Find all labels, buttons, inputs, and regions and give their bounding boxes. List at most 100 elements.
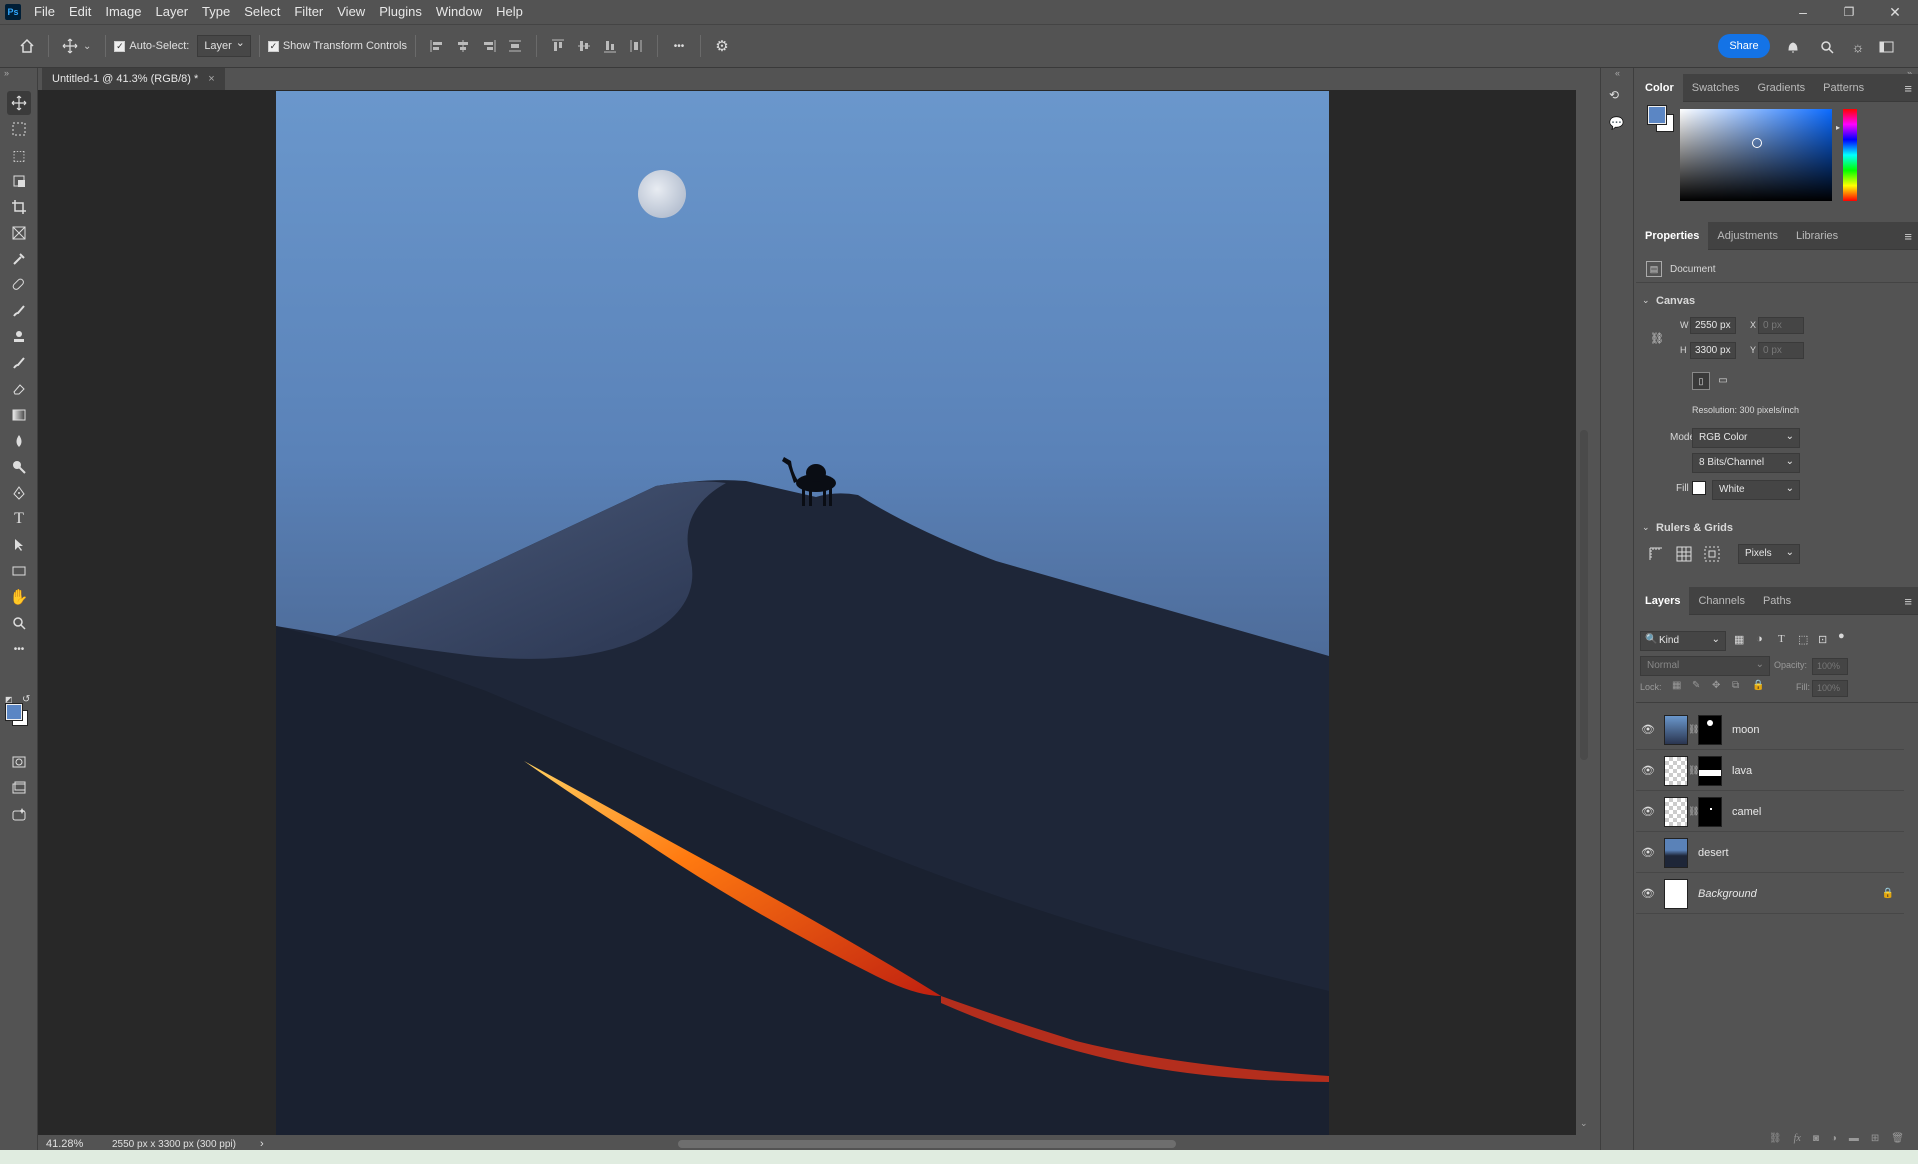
tab-adjustments[interactable]: Adjustments (1708, 222, 1787, 250)
screen-mode-icon[interactable] (7, 776, 31, 800)
visibility-eye-icon[interactable]: 👁 (1636, 764, 1660, 777)
layer-name[interactable]: Background (1698, 888, 1757, 900)
align-bottom-edges-icon[interactable] (597, 33, 623, 59)
rulers-grids-heading[interactable]: Rulers & Grids (1656, 522, 1733, 534)
lock-artboard-icon[interactable]: ⧉ (1732, 680, 1739, 691)
object-selection-tool-icon[interactable]: ⬚ (7, 143, 31, 167)
horizontal-scrollbar[interactable] (678, 1140, 1176, 1148)
opacity-input[interactable]: 100% (1812, 658, 1848, 675)
layer-name[interactable]: lava (1732, 765, 1752, 777)
grid-icon[interactable] (1676, 546, 1692, 562)
bell-icon[interactable] (1780, 34, 1806, 60)
new-layer-icon[interactable]: ⊞ (1871, 1133, 1879, 1144)
collapse-section-icon[interactable]: ⌄ (1642, 522, 1650, 533)
frame-tool-icon[interactable] (7, 221, 31, 245)
color-mode-dropdown[interactable]: RGB Color (1692, 428, 1800, 448)
tab-properties[interactable]: Properties (1636, 221, 1709, 250)
delete-layer-trash-icon[interactable]: 🗑 (1891, 1133, 1904, 1144)
layer-mask-thumbnail[interactable] (1698, 755, 1722, 786)
align-left-edges-icon[interactable] (424, 33, 450, 59)
auto-select-checkbox[interactable]: ✓ Auto-Select: (114, 40, 189, 52)
mask-link-icon[interactable]: ⛓ (1688, 806, 1699, 817)
home-icon[interactable] (14, 33, 40, 59)
hand-tool-icon[interactable]: ✋ (7, 585, 31, 609)
move-tool-icon[interactable] (7, 91, 31, 115)
more-options-icon[interactable]: ••• (666, 33, 692, 59)
swap-colors-icon[interactable]: ↺ (22, 694, 30, 705)
distribute-horizontal-icon[interactable] (623, 33, 649, 59)
close-button[interactable]: ✕ (1872, 0, 1918, 24)
dodge-tool-icon[interactable] (7, 455, 31, 479)
expand-dock-icon[interactable]: « (1615, 68, 1620, 78)
auto-select-target-dropdown[interactable]: Layer (197, 35, 251, 57)
align-vertical-centers-icon[interactable] (571, 33, 597, 59)
canvas-section-heading[interactable]: Canvas (1656, 295, 1695, 307)
panel-menu-icon[interactable]: ≡ (1904, 229, 1912, 244)
tab-paths[interactable]: Paths (1754, 587, 1800, 615)
menu-type[interactable]: Type (195, 0, 237, 24)
history-brush-icon[interactable] (7, 351, 31, 375)
search-icon[interactable] (1814, 34, 1840, 60)
edit-toolbar-icon[interactable]: ••• (7, 637, 31, 661)
align-top-edges-icon[interactable] (545, 33, 571, 59)
eraser-tool-icon[interactable] (7, 377, 31, 401)
filter-adjustment-layers-icon[interactable]: ◑ (1756, 633, 1763, 645)
lightbulb-icon[interactable]: ☼ (1845, 34, 1871, 60)
y-input[interactable]: 0 px (1758, 342, 1804, 359)
blend-mode-dropdown[interactable]: Normal (1640, 656, 1770, 676)
document-canvas[interactable] (276, 91, 1329, 1135)
type-tool-icon[interactable]: T (7, 507, 31, 531)
align-horizontal-centers-icon[interactable] (450, 33, 476, 59)
tab-gradients[interactable]: Gradients (1748, 74, 1814, 102)
color-panel-foreground-swatch[interactable] (1647, 105, 1667, 125)
generative-ai-icon[interactable] (7, 802, 31, 826)
align-right-edges-icon[interactable] (476, 33, 502, 59)
guides-icon[interactable] (1704, 546, 1720, 562)
layer-mask-thumbnail[interactable] (1698, 796, 1722, 827)
fill-opacity-input[interactable]: 100% (1812, 680, 1848, 697)
menu-filter[interactable]: Filter (287, 0, 330, 24)
move-tool-preset-icon[interactable] (57, 33, 83, 59)
menu-help[interactable]: Help (489, 0, 530, 24)
collapse-section-icon[interactable]: ⌄ (1642, 295, 1650, 306)
tab-swatches[interactable]: Swatches (1683, 74, 1749, 102)
x-input[interactable]: 0 px (1758, 317, 1804, 334)
menu-layer[interactable]: Layer (149, 0, 196, 24)
menu-file[interactable]: File (27, 0, 62, 24)
comments-panel-icon[interactable]: 💬 (1609, 116, 1627, 134)
brush-tool-icon[interactable] (7, 299, 31, 323)
tab-layers[interactable]: Layers (1636, 586, 1690, 615)
link-layers-icon[interactable]: ⛓ (1769, 1133, 1782, 1144)
color-picker-cursor[interactable] (1752, 138, 1762, 148)
tab-channels[interactable]: Channels (1689, 587, 1753, 615)
clone-stamp-tool-icon[interactable] (7, 325, 31, 349)
menu-edit[interactable]: Edit (62, 0, 98, 24)
filter-toggle-icon[interactable]: ● (1838, 630, 1845, 642)
lock-all-icon[interactable]: 🔒 (1752, 680, 1764, 691)
menu-view[interactable]: View (330, 0, 372, 24)
menu-image[interactable]: Image (98, 0, 148, 24)
new-adjustment-layer-icon[interactable]: ◑ (1831, 1133, 1837, 1144)
layer-name[interactable]: camel (1732, 806, 1761, 818)
menu-plugins[interactable]: Plugins (372, 0, 429, 24)
bit-depth-dropdown[interactable]: 8 Bits/Channel (1692, 453, 1800, 473)
landscape-orientation-icon[interactable]: ▭ (1714, 372, 1732, 390)
gear-icon[interactable]: ⚙ (709, 33, 735, 59)
filter-pixel-layers-icon[interactable]: ▦ (1734, 633, 1744, 646)
visibility-eye-icon[interactable]: 👁 (1636, 846, 1660, 859)
layer-row-moon[interactable]: 👁 ⛓ moon (1636, 710, 1904, 750)
layer-row-camel[interactable]: 👁 ⛓ camel (1636, 792, 1904, 832)
mask-link-icon[interactable]: ⛓ (1688, 765, 1699, 776)
show-transform-controls-checkbox[interactable]: ✓ Show Transform Controls (267, 40, 407, 52)
eyedropper-tool-icon[interactable] (7, 247, 31, 271)
menu-window[interactable]: Window (429, 0, 489, 24)
layer-name[interactable]: desert (1698, 847, 1729, 859)
scroll-down-arrow-icon[interactable]: ⌄ (1580, 1118, 1588, 1129)
restore-button[interactable]: ❐ (1826, 0, 1872, 24)
quick-mask-icon[interactable] (7, 750, 31, 774)
default-colors-icon[interactable]: ◩ (5, 695, 13, 704)
share-button[interactable]: Share (1718, 34, 1770, 58)
tab-libraries[interactable]: Libraries (1787, 222, 1847, 250)
rulers-icon[interactable] (1648, 546, 1664, 562)
add-mask-icon[interactable]: ◙ (1813, 1133, 1819, 1144)
